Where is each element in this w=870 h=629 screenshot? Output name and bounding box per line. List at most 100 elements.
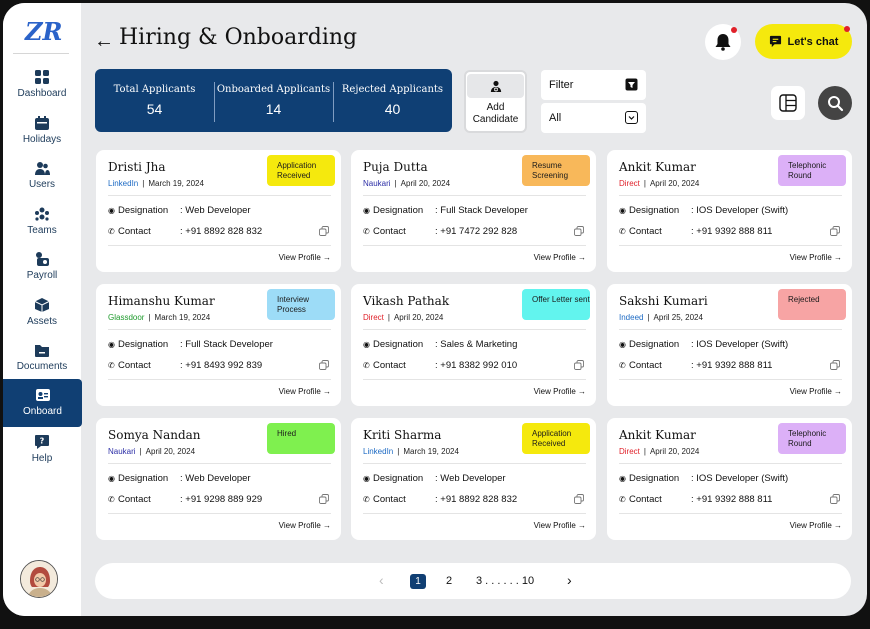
chat-icon (769, 35, 781, 48)
designation-value: : Web Developer (180, 473, 251, 484)
view-profile-link[interactable]: View Profile → (534, 521, 586, 530)
candidate-name: Puja Dutta (363, 160, 428, 174)
copy-icon[interactable] (319, 360, 329, 370)
sidebar-item-label: Help (31, 453, 53, 464)
phone-icon: ✆ (108, 227, 115, 236)
card-divider (619, 195, 842, 196)
phone-icon: ✆ (619, 361, 626, 370)
briefcase-icon: ◉ (619, 206, 626, 215)
copy-icon[interactable] (319, 494, 329, 504)
designation-row: ◉ Designation: Web Developer (108, 473, 251, 484)
view-profile-link[interactable]: View Profile → (790, 253, 842, 262)
designation-row: ◉ Designation: Web Developer (363, 473, 506, 484)
candidate-name: Ankit Kumar (619, 160, 696, 174)
notifications-button[interactable] (705, 24, 741, 60)
copy-icon[interactable] (574, 226, 584, 236)
copy-icon[interactable] (830, 494, 840, 504)
sidebar-item-label: Dashboard (17, 88, 67, 99)
contact-label: Contact (373, 494, 406, 505)
copy-icon[interactable] (319, 226, 329, 236)
back-arrow-icon[interactable]: ← (94, 30, 114, 53)
phone-icon: ✆ (363, 495, 370, 504)
contact-value: : +91 7472 292 828 (435, 226, 518, 237)
app-logo[interactable]: ZR (25, 17, 62, 47)
sidebar-item-dashboard[interactable]: Dashboard (3, 69, 81, 115)
candidate-card[interactable]: Somya Nandan Naukari | April 20, 2024 Hired ◉… (96, 418, 341, 540)
lets-chat-button[interactable]: Let's chat (755, 24, 852, 59)
meta-separator: | (643, 447, 646, 456)
card-divider (363, 329, 586, 330)
status-badge: Application Received (267, 155, 335, 186)
designation-label: Designation (629, 339, 680, 350)
sidebar-item-holidays[interactable]: Holidays (3, 115, 81, 161)
candidate-card[interactable]: Kriti Sharma LinkedIn | March 19, 2024 Appli… (351, 418, 596, 540)
view-profile-link[interactable]: View Profile → (534, 387, 586, 396)
view-profile-link[interactable]: View Profile → (534, 253, 586, 262)
stat-rejected: Rejected Applicants 40 (333, 69, 452, 132)
view-profile-link[interactable]: View Profile → (279, 253, 331, 262)
candidate-card[interactable]: Vikash Pathak Direct | April 20, 2024 Offer … (351, 284, 596, 406)
designation-row: ◉ Designation: IOS Developer (Swift) (619, 339, 788, 350)
category-select[interactable]: All (541, 103, 646, 133)
avatar[interactable] (20, 560, 58, 598)
view-profile-link[interactable]: View Profile → (279, 387, 331, 396)
users-icon (35, 162, 50, 175)
chat-label: Let's chat (787, 35, 839, 48)
sidebar-item-assets[interactable]: Assets (3, 297, 81, 343)
sidebar-item-users[interactable]: Users (3, 160, 81, 206)
candidate-card[interactable]: Puja Dutta Naukari | April 20, 2024 Resume S… (351, 150, 596, 272)
view-profile-link[interactable]: View Profile → (279, 521, 331, 530)
designation-label: Designation (629, 473, 680, 484)
copy-icon[interactable] (574, 360, 584, 370)
copy-icon[interactable] (830, 226, 840, 236)
prev-page-button[interactable]: ‹ (379, 572, 384, 588)
designation-row: ◉ Designation: IOS Developer (Swift) (619, 473, 788, 484)
copy-icon[interactable] (830, 360, 840, 370)
candidate-meta: LinkedIn | March 19, 2024 (108, 179, 204, 188)
candidate-card[interactable]: Ankit Kumar Direct | April 20, 2024 Telephon… (607, 418, 852, 540)
meta-separator: | (647, 313, 650, 322)
candidate-card[interactable]: Ankit Kumar Direct | April 20, 2024 Telephon… (607, 150, 852, 272)
add-candidate-button[interactable]: Add Candidate (464, 70, 527, 133)
candidate-card[interactable]: Dristi Jha LinkedIn | March 19, 2024 Applica… (96, 150, 341, 272)
candidate-card[interactable]: Himanshu Kumar Glassdoor | March 19, 2024 In… (96, 284, 341, 406)
sidebar-item-onboard[interactable]: Onboard (3, 379, 82, 427)
status-badge: Application Received (522, 423, 590, 454)
candidate-meta: Indeed | April 25, 2024 (619, 313, 703, 322)
next-page-button[interactable]: › (567, 572, 572, 588)
search-button[interactable] (818, 86, 852, 120)
box-icon (34, 298, 50, 312)
card-divider (108, 379, 331, 380)
page-ellipsis[interactable]: 3 . . . . . . 10 (476, 575, 534, 587)
layout-toggle-button[interactable] (771, 86, 805, 120)
sidebar-item-payroll[interactable]: Payroll (3, 251, 81, 297)
chat-notification-dot (844, 26, 850, 32)
stat-label: Rejected Applicants (341, 84, 444, 95)
copy-icon[interactable] (574, 494, 584, 504)
page-1-button[interactable]: 1 (410, 574, 426, 589)
candidate-card[interactable]: Sakshi Kumari Indeed | April 25, 2024 Reject… (607, 284, 852, 406)
page-2-button[interactable]: 2 (446, 575, 452, 587)
candidate-meta: Direct | April 20, 2024 (363, 313, 443, 322)
sidebar-item-teams[interactable]: Teams (3, 206, 81, 252)
filter-button[interactable]: Filter (541, 70, 646, 100)
status-badge: Rejected (778, 289, 846, 320)
view-profile-link[interactable]: View Profile → (790, 387, 842, 396)
candidate-source: Direct (619, 179, 640, 188)
card-divider (363, 245, 586, 246)
contact-row: ✆ Contact: +91 9298 889 929 (108, 494, 262, 505)
view-profile-link[interactable]: View Profile → (790, 521, 842, 530)
contact-row: ✆ Contact: +91 8892 828 832 (363, 494, 517, 505)
pagination: ‹ 1 2 3 . . . . . . 10 › (95, 563, 851, 599)
designation-label: Designation (118, 205, 169, 216)
folder-icon (35, 345, 49, 357)
candidate-meta: Glassdoor | March 19, 2024 (108, 313, 210, 322)
contact-row: ✆ Contact: +91 9392 888 811 (619, 360, 772, 371)
contact-row: ✆ Contact: +91 9392 888 811 (619, 494, 772, 505)
phone-icon: ✆ (619, 495, 626, 504)
contact-row: ✆ Contact: +91 8493 992 839 (108, 360, 262, 371)
candidate-source: Naukari (363, 179, 391, 188)
designation-row: ◉ Designation: IOS Developer (Swift) (619, 205, 788, 216)
briefcase-icon: ◉ (619, 474, 626, 483)
sidebar-item-help[interactable]: ? Help (3, 434, 81, 480)
